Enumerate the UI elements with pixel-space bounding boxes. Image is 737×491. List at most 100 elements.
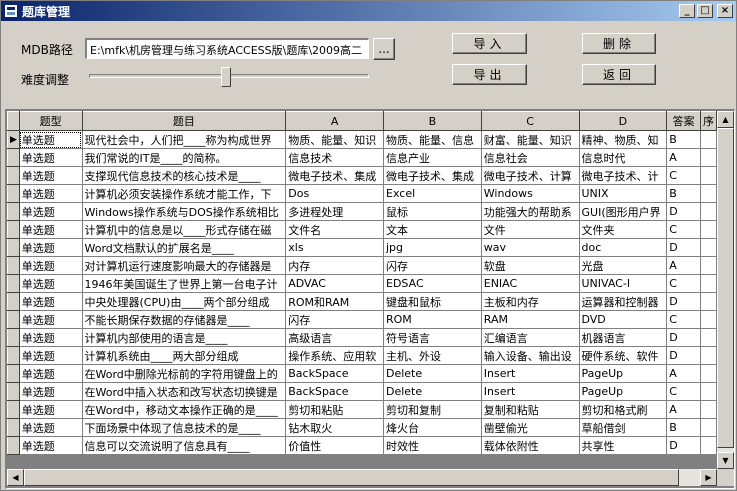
table-cell[interactable]: B <box>666 130 701 149</box>
table-cell[interactable]: 1946年美国诞生了世界上第一台电子计 <box>82 274 287 293</box>
table-cell[interactable]: 单选题 <box>19 202 83 221</box>
table-cell[interactable]: Delete <box>383 364 482 383</box>
table-cell[interactable]: 文本 <box>383 220 482 239</box>
title-bar[interactable]: 题库管理 _ □ × <box>1 1 736 21</box>
table-cell[interactable]: C <box>666 382 701 401</box>
table-cell[interactable]: 物质、能量、信息 <box>383 130 482 149</box>
header-corner[interactable] <box>7 111 20 131</box>
table-cell[interactable]: 价值性 <box>285 436 384 455</box>
table-cell[interactable]: 精神、物质、知 <box>579 130 668 149</box>
table-cell[interactable]: 中央处理器(CPU)由____两个部分组成 <box>82 292 287 311</box>
table-cell[interactable]: DVD <box>579 310 668 329</box>
table-cell[interactable]: 信息产业 <box>383 148 482 167</box>
table-cell[interactable]: 计算机系统由____两大部分组成 <box>82 346 287 365</box>
table-row[interactable]: 单选题 信息可以交流说明了信息具有____ 价值性 时效性 载体依附性 共享性 D <box>7 436 717 455</box>
column-header[interactable]: A <box>285 111 384 131</box>
table-cell[interactable]: Windows操作系统与DOS操作系统相比 <box>82 202 287 221</box>
table-cell[interactable]: 在Word中插入状态和改写状态切换键是 <box>82 382 287 401</box>
table-cell-empty[interactable] <box>700 130 717 149</box>
table-cell[interactable]: UNIX <box>579 184 668 203</box>
table-cell[interactable]: 闪存 <box>383 256 482 275</box>
scroll-left-button[interactable]: ◀ <box>7 469 24 486</box>
table-cell[interactable]: 剪切和格式刷 <box>579 400 668 419</box>
column-header[interactable]: 题目 <box>81 111 287 131</box>
table-cell[interactable]: UNIVAC-I <box>579 274 668 293</box>
table-row[interactable]: 单选题 不能长期保存数据的存储器是____ 闪存 ROM RAM DVD C <box>7 310 717 329</box>
table-cell[interactable]: 单选题 <box>19 256 83 275</box>
table-cell-empty[interactable] <box>700 328 717 347</box>
table-cell[interactable]: A <box>666 400 701 419</box>
table-cell[interactable]: 单选题 <box>19 346 83 365</box>
table-cell[interactable]: 功能强大的帮助系 <box>481 202 580 221</box>
table-cell[interactable]: 单选题 <box>19 184 83 203</box>
table-cell[interactable]: BackSpace <box>285 382 384 401</box>
horizontal-scroll-thumb[interactable] <box>24 469 679 486</box>
table-cell[interactable]: doc <box>579 238 668 257</box>
row-header[interactable] <box>7 202 20 221</box>
table-cell[interactable]: Excel <box>383 184 482 203</box>
table-cell[interactable]: 文件 <box>481 220 580 239</box>
table-cell[interactable]: 单选题 <box>19 274 83 293</box>
table-cell[interactable]: A <box>666 148 701 167</box>
table-cell[interactable]: PageUp <box>579 382 668 401</box>
row-header[interactable] <box>7 418 20 437</box>
back-button[interactable]: 返回 <box>582 64 656 85</box>
table-cell[interactable]: ENIAC <box>481 274 580 293</box>
table-cell[interactable]: 单选题 <box>19 238 83 257</box>
table-cell[interactable]: 内存 <box>285 256 384 275</box>
scroll-right-button[interactable]: ▶ <box>700 469 717 486</box>
table-cell[interactable]: ROM和RAM <box>285 292 384 311</box>
table-row[interactable]: 单选题 下面场景中体现了信息技术的是____ 钻木取火 烽火台 凿壁偷光 草船借剑 B <box>7 418 717 437</box>
table-cell-empty[interactable] <box>700 148 717 167</box>
browse-button[interactable]: ... <box>373 38 395 60</box>
table-cell[interactable]: xls <box>285 238 384 257</box>
row-header[interactable] <box>7 292 20 311</box>
delete-button[interactable]: 删除 <box>582 33 656 54</box>
table-cell[interactable]: 下面场景中体现了信息技术的是____ <box>82 418 287 437</box>
row-header[interactable] <box>7 382 20 401</box>
table-cell[interactable]: 草船借剑 <box>579 418 668 437</box>
table-cell[interactable]: 符号语言 <box>383 328 482 347</box>
table-row[interactable]: 单选题 在Word中插入状态和改写状态切换键是 BackSpace Delete Ins… <box>7 382 717 401</box>
table-cell[interactable]: D <box>666 238 701 257</box>
table-cell[interactable]: ADVAC <box>285 274 384 293</box>
table-cell[interactable]: D <box>666 436 701 455</box>
table-row[interactable]: 单选题 计算机中的信息是以____形式存储在磁 文件名 文本 文件 文件夹 C <box>7 220 717 239</box>
table-cell[interactable]: 载体依附性 <box>481 436 580 455</box>
table-cell-empty[interactable] <box>700 184 717 203</box>
table-cell[interactable]: 机器语言 <box>579 328 668 347</box>
table-cell[interactable]: 单选题 <box>19 418 83 437</box>
row-header[interactable] <box>7 364 20 383</box>
column-header[interactable]: 题型 <box>18 111 83 131</box>
table-cell[interactable]: D <box>666 202 701 221</box>
table-cell[interactable]: Word文档默认的扩展名是____ <box>82 238 287 257</box>
table-cell[interactable]: 单选题 <box>19 400 83 419</box>
table-row[interactable]: 单选题 计算机必须安装操作系统才能工作，下 Dos Excel Windows UNIX B <box>7 184 717 203</box>
table-cell-empty[interactable] <box>700 220 717 239</box>
table-cell-empty[interactable] <box>700 166 717 185</box>
table-cell[interactable]: C <box>666 310 701 329</box>
vertical-scrollbar[interactable]: ▲ ▼ <box>717 111 734 469</box>
table-cell[interactable]: 在Word中，移动文本操作正确的是____ <box>82 400 287 419</box>
current-row-indicator[interactable]: ▶ <box>7 130 20 149</box>
table-cell[interactable]: A <box>666 256 701 275</box>
table-cell[interactable]: 单选题 <box>19 436 83 455</box>
table-cell[interactable]: C <box>666 166 701 185</box>
row-header[interactable] <box>7 220 20 239</box>
table-cell[interactable]: 多进程处理 <box>285 202 384 221</box>
table-cell-empty[interactable] <box>700 418 717 437</box>
table-cell[interactable]: 微电子技术、计算 <box>481 166 580 185</box>
table-cell[interactable]: 信息社会 <box>481 148 580 167</box>
table-cell[interactable]: 键盘和鼠标 <box>383 292 482 311</box>
table-cell[interactable]: 微电子技术、集成 <box>383 166 482 185</box>
table-cell[interactable]: 汇编语言 <box>481 328 580 347</box>
table-cell-empty[interactable] <box>700 238 717 257</box>
table-row[interactable]: 单选题 在Word中，移动文本操作正确的是____ 剪切和粘贴 剪切和复制 复制和粘贴剪… <box>7 400 717 419</box>
row-header[interactable] <box>7 166 20 185</box>
table-cell[interactable]: 烽火台 <box>383 418 482 437</box>
table-cell[interactable]: EDSAC <box>383 274 482 293</box>
row-header[interactable] <box>7 148 20 167</box>
table-cell[interactable]: 微电子技术、计 <box>579 166 668 185</box>
table-cell[interactable]: 单选题 <box>19 310 83 329</box>
horizontal-scrollbar[interactable]: ◀ ▶ <box>7 469 717 486</box>
